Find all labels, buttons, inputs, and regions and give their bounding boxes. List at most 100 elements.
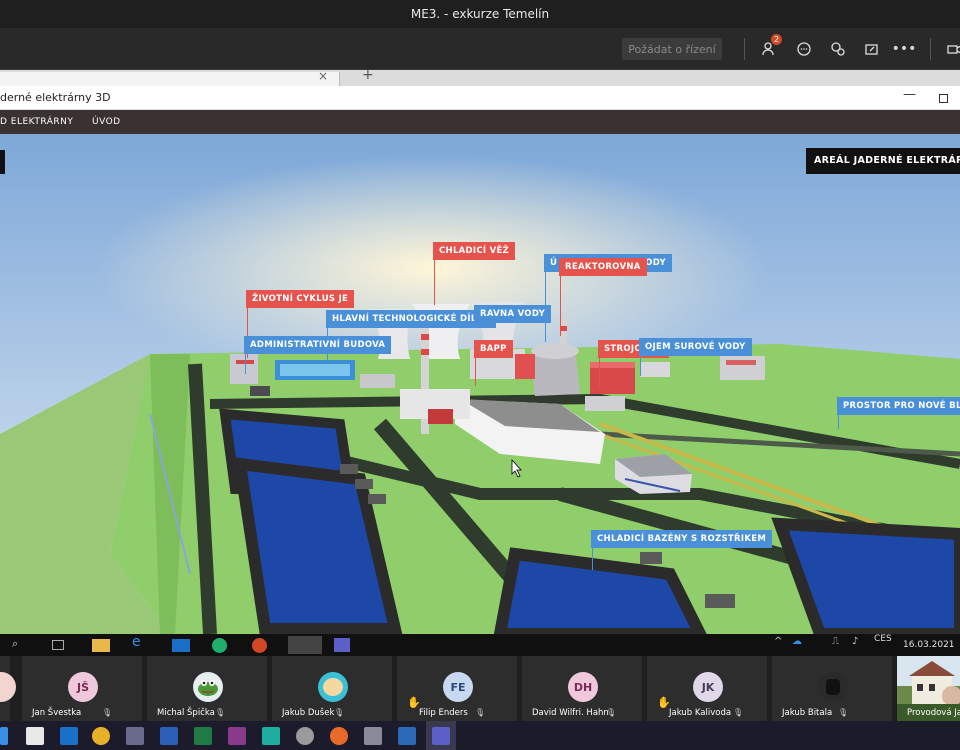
label-bapp[interactable]: BAPP [474, 340, 513, 358]
label-prostor-nove-bloky[interactable]: PROSTOR PRO NOVÉ BLOK [837, 397, 960, 415]
participants-icon[interactable]: 2 [760, 34, 782, 59]
photos-icon[interactable] [398, 727, 416, 745]
title-bar: ME3. - exkurze Temelín [0, 0, 960, 28]
plant-3d-scene[interactable]: AREÁL JADERNÉ ELEKTRÁRNY T CHLADICÍ VĚŽ … [0, 134, 960, 634]
chrome-icon[interactable] [92, 727, 110, 745]
save-app-icon[interactable] [228, 727, 246, 745]
participant-tile[interactable]: Jakub Bitala 🎙 [772, 656, 892, 721]
participant-tile[interactable]: Jakub Dušek 🎙 [272, 656, 392, 721]
language-indicator[interactable]: CES [874, 634, 892, 644]
mic-off-icon: 🎙 [475, 708, 486, 717]
clock-app-icon[interactable] [288, 636, 322, 654]
avatar: JŠ [68, 672, 98, 702]
avatar: FE [443, 672, 473, 702]
scene-render [0, 134, 960, 634]
reactions-icon[interactable] [828, 39, 848, 59]
label-zivotni-cyklus[interactable]: ŽIVOTNÍ CYKLUS JE [246, 290, 355, 308]
excel-icon[interactable] [194, 727, 212, 745]
onedrive-icon[interactable]: ☁ [792, 636, 810, 652]
label-chladici-bazeny[interactable]: CHLADICÍ BAZÉNY S ROZSTŘIKEM [591, 530, 773, 548]
task-view-icon[interactable] [52, 640, 64, 650]
participant-tile[interactable]: ✋ FE Filip Enders 🎙 [397, 656, 517, 721]
meeting-title: ME3. - exkurze Temelín [410, 7, 550, 21]
nav-item-uvod[interactable]: ÚVOD [92, 117, 121, 127]
participant-tile[interactable]: DH David Wilfri. Hahn 🎙 [522, 656, 642, 721]
edge-new-icon[interactable] [212, 638, 227, 653]
search-icon[interactable]: ⌕ [12, 637, 30, 653]
app-nav: D ELEKTRÁRNY ÚVOD [0, 110, 960, 134]
chat-icon[interactable] [794, 39, 814, 59]
browser-tab[interactable] [0, 72, 340, 86]
avatar: JK [693, 672, 723, 702]
separator [744, 38, 745, 60]
participant-name: Jakub Kalivoda [669, 708, 732, 718]
nav-item-elektrarny[interactable]: D ELEKTRÁRNY [0, 117, 73, 127]
new-tab-icon[interactable]: + [362, 67, 374, 83]
mic-off-icon: 🎙 [606, 708, 617, 717]
participant-tile[interactable]: ✋ JK Jakub Kalivoda 🎙 [647, 656, 767, 721]
firefox-icon[interactable] [330, 727, 348, 745]
more-options-icon[interactable]: ••• [892, 39, 917, 59]
label-zasobnik-surove-vody[interactable]: OJEM SUROVÉ VODY [639, 338, 752, 356]
edge-icon[interactable]: e [132, 634, 150, 650]
participant-name: Provodová Jan [907, 708, 960, 718]
network-icon[interactable]: ⎍ [832, 636, 850, 652]
pin-administrativni-budova [245, 354, 246, 374]
close-tab-icon[interactable]: × [318, 69, 328, 83]
teams-icon[interactable] [334, 638, 350, 652]
minimize-icon[interactable]: — [903, 87, 916, 102]
pin-bapp [475, 358, 476, 386]
teams-taskbar-icon[interactable] [432, 727, 450, 745]
volume-icon[interactable]: ♪ [852, 636, 870, 652]
label-upravna-vody[interactable]: RAVNA VODY [474, 305, 552, 323]
tray-chevron-icon[interactable]: ^ [774, 636, 792, 652]
face-avatar [318, 672, 348, 702]
outlook-icon[interactable] [172, 639, 190, 652]
app-window-title: derné elektrárny 3D [0, 91, 111, 104]
meeting-toolbar: Požádat o řízení 2 ••• [0, 28, 960, 70]
dark-avatar-shape [826, 679, 840, 695]
participant-tile[interactable]: Michal Špička 🎙 [147, 656, 267, 721]
frog-avatar [193, 672, 223, 702]
screen: ME3. - exkurze Temelín Požádat o řízení … [0, 0, 960, 750]
pin-zasobnik-surove-vody [640, 356, 641, 376]
label-hlavni-dilny[interactable]: HLAVNÍ TECHNOLOGICKÉ DÍLNY [326, 310, 497, 328]
browser-tab-strip: × + [0, 67, 960, 86]
avatar: DH [568, 672, 598, 702]
participant-name: Jan Švestka [32, 708, 82, 718]
windows-taskbar [0, 721, 960, 750]
label-reaktorovna[interactable]: REAKTOROVNA [559, 258, 647, 276]
start-icon[interactable] [0, 727, 8, 745]
left-panel-edge [0, 150, 5, 174]
face-shape [323, 678, 343, 696]
participants-strip: JŠ Jan Švestka 🎙 Michal Špička 🎙 Jakub D… [0, 656, 960, 721]
participant-name: Filip Enders [419, 708, 468, 718]
pin-chladici-vez [434, 260, 435, 305]
pin-chladici-bazeny [592, 548, 593, 570]
mic-off-icon: 🎙 [838, 708, 849, 717]
dark-avatar [818, 672, 848, 702]
share-tray-icon[interactable] [862, 39, 882, 59]
screen-app-icon[interactable] [262, 727, 280, 745]
mic-off-icon: 🎙 [334, 708, 345, 717]
camera-off-icon[interactable] [944, 39, 960, 59]
file-explorer-icon[interactable] [92, 639, 110, 652]
participant-video-tile[interactable]: Provodová Jan [897, 656, 960, 721]
network-app-icon[interactable] [126, 727, 144, 745]
word-icon[interactable] [160, 727, 178, 745]
label-chladici-vez[interactable]: CHLADICÍ VĚŽ [433, 242, 516, 260]
store-icon[interactable] [26, 727, 44, 745]
label-upravna-vody-back-prefix: Ú [550, 258, 558, 268]
mail-icon[interactable] [60, 727, 78, 745]
participant-tile[interactable]: JŠ Jan Švestka 🎙 [22, 656, 142, 721]
satellite-icon[interactable] [296, 727, 314, 745]
separator [930, 38, 931, 60]
label-administrativni-budova[interactable]: ADMINISTRATIVNÍ BUDOVA [244, 336, 392, 354]
calculator-icon[interactable] [364, 727, 382, 745]
maximize-icon[interactable] [939, 94, 948, 103]
participants-badge: 2 [771, 34, 782, 45]
participant-tile[interactable] [0, 656, 16, 721]
powerpoint-icon[interactable] [252, 638, 267, 653]
app-window-bar: derné elektrárny 3D — [0, 86, 960, 110]
request-control-button[interactable]: Požádat o řízení [622, 38, 722, 60]
